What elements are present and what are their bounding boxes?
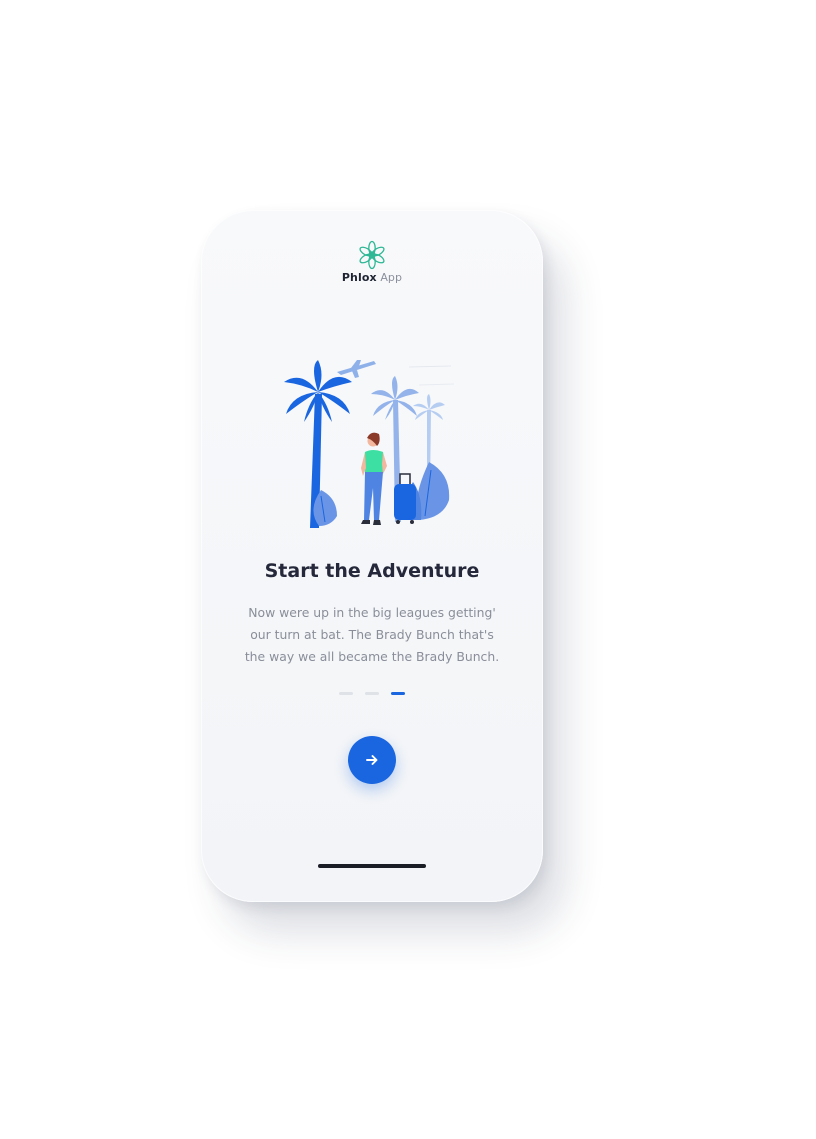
arrow-right-icon: [366, 755, 378, 765]
phone-frame: Phlox App Start the Adventure Now were u…: [201, 210, 543, 902]
app-logo: Phlox App: [201, 240, 543, 284]
airplane-icon: [337, 360, 376, 378]
traveler-figure: [361, 432, 387, 525]
page-dot-3-active[interactable]: [391, 692, 405, 695]
phlox-flower-icon: [359, 240, 385, 270]
page-dot-2[interactable]: [365, 692, 379, 695]
page-dot-1[interactable]: [339, 692, 353, 695]
page-indicator: [201, 692, 543, 695]
home-indicator[interactable]: [318, 864, 426, 868]
next-button[interactable]: [348, 736, 396, 784]
onboarding-description: Now were up in the big leagues getting' …: [244, 605, 500, 664]
onboarding-title: Start the Adventure: [264, 560, 480, 582]
brand-name: Phlox App: [201, 271, 543, 284]
brand-name-light: App: [380, 271, 403, 284]
brand-name-bold: Phlox: [341, 271, 377, 284]
travel-illustration: [284, 360, 455, 528]
